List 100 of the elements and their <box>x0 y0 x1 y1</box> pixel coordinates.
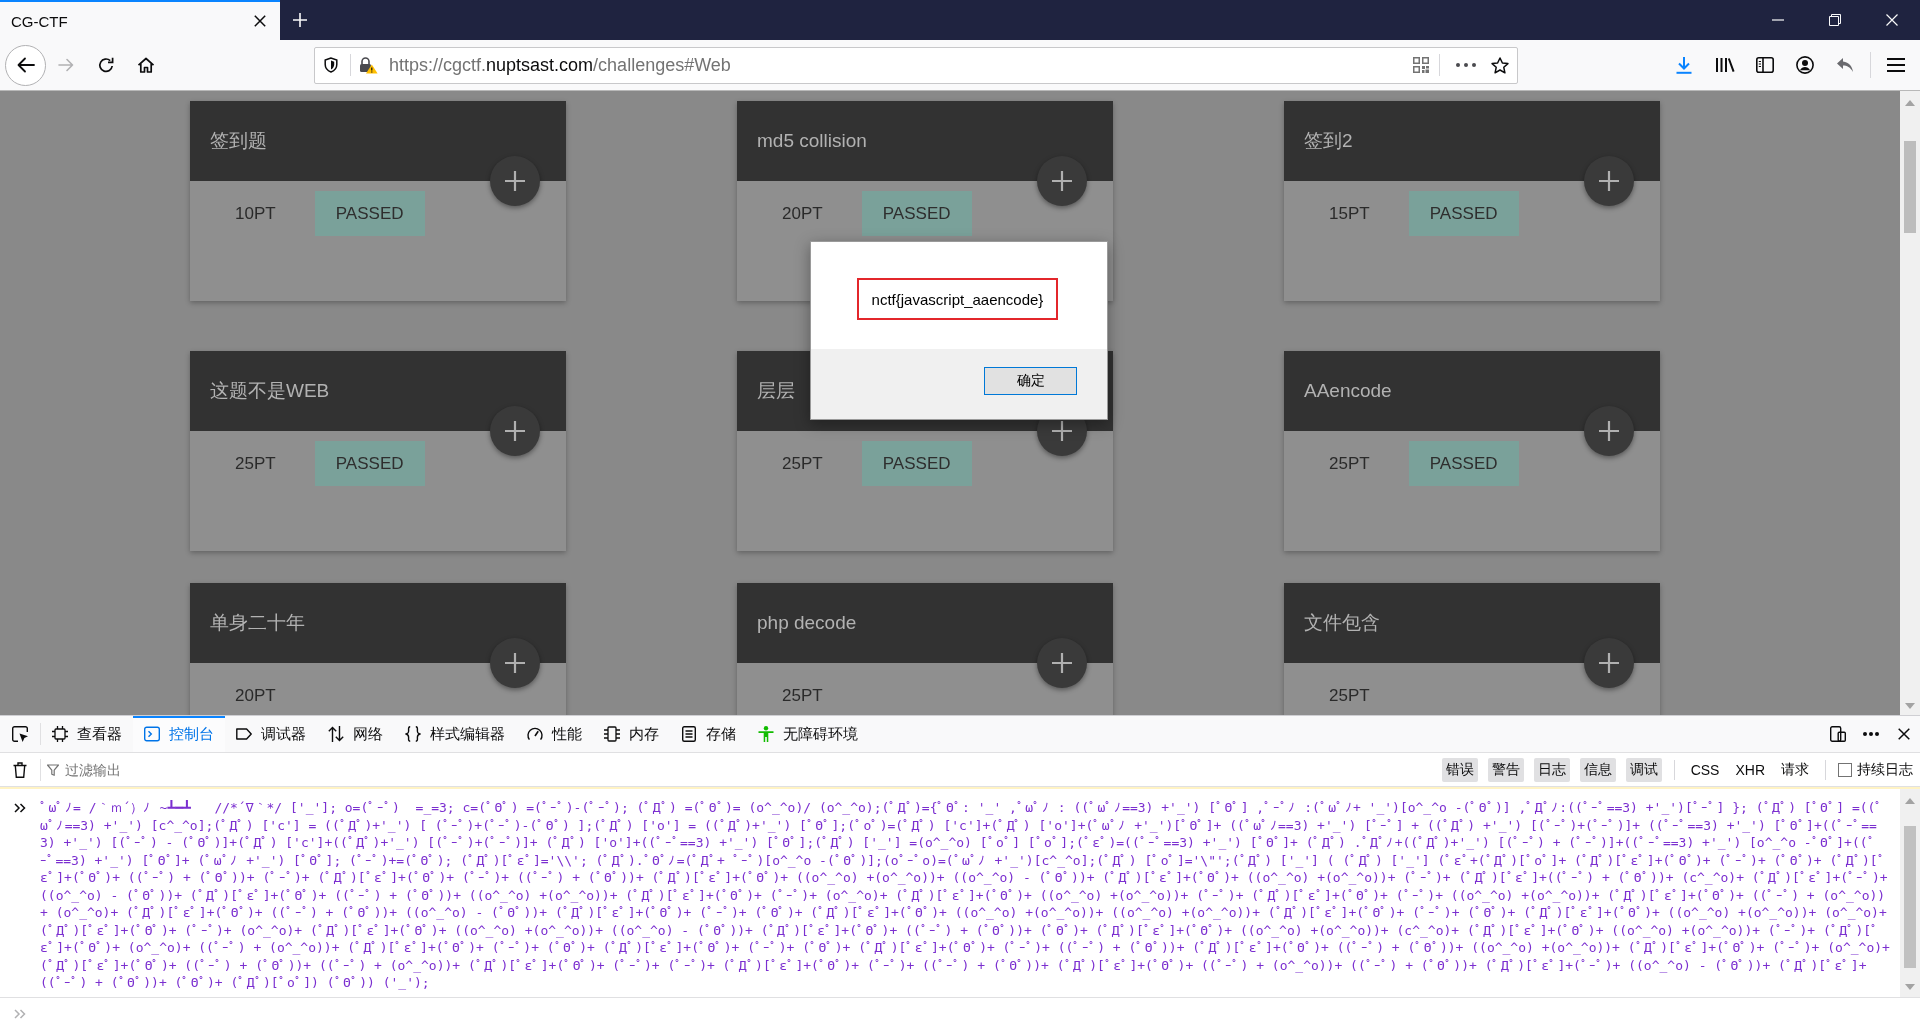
more-icon[interactable] <box>1863 732 1879 736</box>
devtools-tab[interactable]: 存储 <box>670 716 747 752</box>
points-text: 25PT <box>1329 685 1370 706</box>
close-icon[interactable] <box>254 15 266 27</box>
plus-icon <box>505 653 525 673</box>
devtools-tab[interactable]: 性能 <box>516 716 593 752</box>
challenge-title: 签到2 <box>1304 129 1353 153</box>
cursor-box-icon[interactable] <box>12 726 28 742</box>
add-button[interactable] <box>490 156 540 206</box>
minimize-icon[interactable] <box>1771 19 1784 21</box>
plus-icon <box>1599 421 1619 441</box>
terminal-icon <box>144 726 160 742</box>
request-type-filter[interactable]: CSS <box>1686 758 1724 781</box>
points-text: 25PT <box>235 453 276 474</box>
status-badge: PASSED <box>1408 441 1519 486</box>
challenge-title: php decode <box>757 612 857 634</box>
plus-icon <box>1052 653 1072 673</box>
account-icon[interactable] <box>1796 56 1814 74</box>
qr-code-icon[interactable] <box>1413 57 1429 73</box>
gauge-icon <box>527 726 543 742</box>
menu-icon[interactable] <box>1887 58 1905 72</box>
plus-icon <box>1052 171 1072 191</box>
ok-button[interactable]: 确定 <box>984 367 1077 395</box>
scrollbar-thumb[interactable] <box>1904 826 1916 968</box>
log-level-filter[interactable]: 错误 <box>1441 757 1478 782</box>
back-button[interactable] <box>5 44 46 86</box>
filter-icon <box>47 763 59 776</box>
devtools-tab[interactable]: 网络 <box>317 716 394 752</box>
plus-icon <box>505 171 525 191</box>
left-arrow-icon <box>16 57 35 73</box>
url-text[interactable]: https://cgctf.nuptsast.com/challenges#Web <box>389 54 1413 76</box>
devtools-tab[interactable]: 内存 <box>593 716 670 752</box>
checkbox-label[interactable]: 持续日志 <box>1857 760 1913 779</box>
plus-icon[interactable] <box>292 12 308 28</box>
log-level-filter[interactable]: 信息 <box>1579 757 1616 782</box>
more-icon[interactable] <box>1456 63 1476 67</box>
status-badge: PASSED <box>861 441 972 486</box>
person-icon <box>758 726 774 742</box>
restore-icon[interactable] <box>1828 14 1841 26</box>
devtools-tab[interactable]: 查看器 <box>41 716 133 752</box>
points-text: 25PT <box>1329 453 1370 474</box>
points-text: 15PT <box>1329 203 1370 224</box>
challenge-title: md5 collision <box>757 130 867 152</box>
request-type-filter[interactable]: XHR <box>1731 758 1769 781</box>
log-level-filter[interactable]: 警告 <box>1487 757 1524 782</box>
status-badge: PASSED <box>314 191 425 236</box>
sidebar-icon[interactable] <box>1756 57 1774 73</box>
add-button[interactable] <box>1037 156 1087 206</box>
chip-icon <box>604 726 620 742</box>
plus-icon <box>505 421 525 441</box>
plus-icon <box>1052 421 1072 441</box>
challenge-title: 签到题 <box>210 129 267 153</box>
status-badge: PASSED <box>861 191 972 236</box>
challenge-title: 这题不是WEB <box>210 379 330 403</box>
braces-icon <box>405 726 421 742</box>
devtools-tab[interactable]: 调试器 <box>225 716 317 752</box>
log-level-filter[interactable]: 调试 <box>1625 757 1662 782</box>
add-button[interactable] <box>1584 638 1634 688</box>
curved-arrow-icon[interactable] <box>1836 57 1854 73</box>
tag-icon <box>236 726 252 742</box>
star-icon[interactable] <box>1491 56 1509 74</box>
browser-tab[interactable]: CG-CTF <box>0 0 280 40</box>
lock-warning-icon[interactable] <box>359 56 378 74</box>
add-button[interactable] <box>490 406 540 456</box>
download-icon[interactable] <box>1675 56 1693 74</box>
home-icon[interactable] <box>137 57 155 73</box>
chip-icon <box>52 726 68 742</box>
points-text: 25PT <box>782 453 823 474</box>
double-chevron-icon <box>14 803 26 813</box>
up-down-arrows-icon <box>328 726 344 742</box>
challenge-title: AAencode <box>1304 380 1392 402</box>
document-icon <box>681 726 697 742</box>
close-icon[interactable] <box>1898 728 1910 740</box>
shield-icon[interactable] <box>324 57 338 73</box>
points-text: 20PT <box>235 685 276 706</box>
points-text: 25PT <box>782 685 823 706</box>
challenge-title: 单身二十年 <box>210 611 305 635</box>
address-bar[interactable]: https://cgctf.nuptsast.com/challenges#Web <box>314 46 1518 84</box>
status-badge: PASSED <box>314 441 425 486</box>
books-icon[interactable] <box>1715 57 1735 73</box>
add-button[interactable] <box>1584 156 1634 206</box>
devices-icon[interactable] <box>1830 726 1846 742</box>
points-text: 20PT <box>782 203 823 224</box>
devtools-tab[interactable]: 无障碍环境 <box>747 716 869 752</box>
reload-icon[interactable] <box>98 57 114 73</box>
challenge-title: 层层 <box>757 379 795 403</box>
plus-icon <box>1599 653 1619 673</box>
request-type-filter[interactable]: 请求 <box>1777 757 1813 782</box>
devtools-tab[interactable]: 样式编辑器 <box>394 716 516 752</box>
plus-icon <box>1599 171 1619 191</box>
add-button[interactable] <box>1584 406 1634 456</box>
scrollbar-thumb[interactable] <box>1904 141 1916 233</box>
add-button[interactable] <box>1037 638 1087 688</box>
log-level-filter[interactable]: 日志 <box>1533 757 1570 782</box>
filter-field[interactable]: 过滤输出 <box>65 757 1432 782</box>
trash-icon[interactable] <box>13 761 27 778</box>
add-button[interactable] <box>490 638 540 688</box>
points-text: 10PT <box>235 203 276 224</box>
checkbox[interactable] <box>1838 762 1852 777</box>
challenge-title: 文件包含 <box>1304 611 1380 635</box>
